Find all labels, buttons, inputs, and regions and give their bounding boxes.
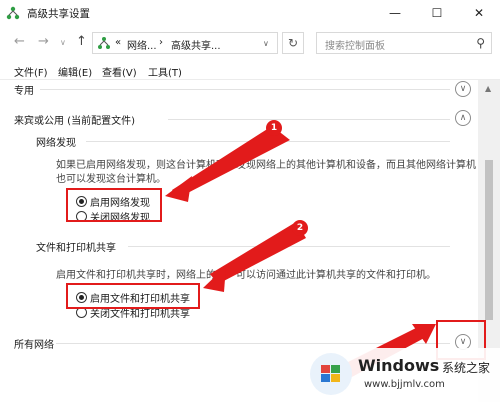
maximize-button[interactable]: ☐ <box>416 0 458 26</box>
section-guest-public-title[interactable]: 来宾或公用 (当前配置文件) <box>14 112 135 127</box>
subsection-divider <box>86 141 450 142</box>
title-bar: 高级共享设置 — ☐ ✕ <box>0 0 500 26</box>
address-bar[interactable]: « 网络... › 高级共享... ∨ <box>92 32 278 54</box>
menu-bar: 文件(F) 编辑(E) 查看(V) 工具(T) <box>0 60 500 80</box>
watermark-brand: Windows <box>358 356 440 375</box>
search-icon: ⚲ <box>476 36 485 50</box>
highlight-box-network-discovery <box>66 188 162 222</box>
breadcrumb-separator[interactable]: › <box>159 37 163 48</box>
file-printer-sharing-title: 文件和打印机共享 <box>36 243 116 254</box>
watermark: Windows 系统之家 www.bjjmlv.com <box>300 348 500 402</box>
annotation-marker-1: 1 <box>266 120 282 136</box>
windows-logo-icon <box>310 353 352 395</box>
refresh-icon: ↻ <box>287 36 299 50</box>
window-title: 高级共享设置 <box>27 8 90 20</box>
section-divider <box>168 119 450 120</box>
network-discovery-description: 如果已启用网络发现，则这台计算机可以发现网络上的其他计算机和设备，而且其他网络计… <box>56 160 476 171</box>
search-input[interactable]: 搜索控制面板 ⚲ <box>316 32 492 54</box>
up-button[interactable]: ↑ <box>76 34 87 49</box>
network-discovery-title: 网络发现 <box>36 138 76 149</box>
section-divider <box>40 89 450 90</box>
section-all-networks-title[interactable]: 所有网络 <box>14 336 54 351</box>
menu-edit[interactable]: 编辑(E) <box>58 64 92 79</box>
subsection-divider <box>128 246 450 247</box>
recent-locations-button[interactable]: ∨ <box>60 38 66 47</box>
refresh-button[interactable]: ↻ <box>282 32 304 54</box>
minimize-button[interactable]: — <box>374 0 416 26</box>
menu-tools[interactable]: 工具(T) <box>148 64 182 79</box>
highlight-box-file-sharing <box>66 283 200 309</box>
close-button[interactable]: ✕ <box>458 0 500 26</box>
section-divider <box>56 343 450 344</box>
section-private-title[interactable]: 专用 <box>14 82 34 97</box>
scroll-up-arrow-icon[interactable]: ▲ <box>485 84 491 93</box>
watermark-url: www.bjjmlv.com <box>364 379 445 390</box>
breadcrumb-overflow[interactable]: « <box>115 37 121 48</box>
watermark-brand-cn: 系统之家 <box>442 361 491 375</box>
search-placeholder: 搜索控制面板 <box>325 41 385 52</box>
back-button[interactable]: ← <box>14 34 25 49</box>
scroll-thumb[interactable] <box>485 160 493 320</box>
maximize-icon: ☐ <box>431 6 443 20</box>
network-icon <box>6 6 20 20</box>
file-printer-sharing-description: 启用文件和打印机共享时，网络上的用户可以访问通过此计算机共享的文件和打印机。 <box>56 270 436 281</box>
forward-button[interactable]: → <box>38 34 49 49</box>
breadcrumb-network[interactable]: 网络... <box>127 37 157 52</box>
minimize-icon: — <box>389 6 401 20</box>
expand-private-button[interactable]: ∨ <box>455 81 471 97</box>
breadcrumb-advanced-sharing[interactable]: 高级共享... <box>171 37 221 52</box>
address-row: ← → ∨ ↑ « 网络... › 高级共享... ∨ ↻ 搜索控制面板 ⚲ <box>0 26 500 60</box>
collapse-guest-public-button[interactable]: ∧ <box>455 110 471 126</box>
annotation-marker-2: 2 <box>292 220 308 236</box>
menu-view[interactable]: 查看(V) <box>102 64 137 79</box>
network-icon <box>98 37 110 49</box>
chevron-up-icon: ∧ <box>459 113 467 123</box>
menu-file[interactable]: 文件(F) <box>14 64 48 79</box>
close-icon: ✕ <box>473 6 485 20</box>
chevron-down-icon[interactable]: ∨ <box>263 39 269 48</box>
network-discovery-description-cont: 也可以发现这台计算机。 <box>56 174 166 185</box>
chevron-down-icon: ∨ <box>459 84 467 94</box>
